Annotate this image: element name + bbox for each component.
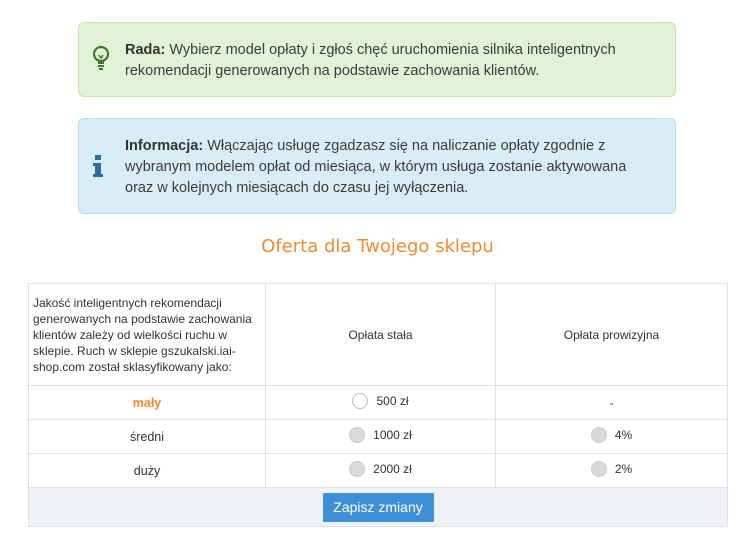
commission-fee-cell: -	[495, 385, 728, 420]
commission-fee-cell: 2%	[495, 453, 728, 488]
table-row: średni 1000 zł 4%	[28, 419, 728, 454]
traffic-level-medium: średni	[28, 419, 266, 454]
info-icon	[91, 154, 105, 185]
info-label: Informacja:	[125, 138, 204, 154]
radio-button-disabled	[590, 461, 607, 477]
fixed-fee-cell: 500 zł	[265, 385, 496, 420]
fixed-fee-option-small[interactable]: 500 zł	[352, 393, 409, 409]
radio-button-disabled	[349, 427, 366, 443]
fixed-fee-option-large: 2000 zł	[349, 461, 412, 477]
commission-fee-value: 4%	[614, 428, 633, 442]
fixed-fee-cell: 2000 zł	[265, 453, 496, 488]
traffic-description: Jakość inteligentnych rekomendacji gener…	[28, 283, 266, 386]
traffic-level-small: mały	[28, 385, 266, 420]
info-alert: Informacja: Włączając usługę zgadzasz si…	[78, 118, 676, 214]
column-header-commission-fee: Opłata prowizyjna	[495, 283, 728, 386]
radio-button-disabled	[590, 427, 607, 443]
commission-fee-value: 2%	[614, 462, 633, 476]
table-footer-row: Zapisz zmiany	[28, 487, 728, 527]
traffic-level-large: duży	[28, 453, 266, 488]
tip-label: Rada:	[125, 42, 166, 58]
tip-message: Wybierz model opłaty i zgłoś chęć urucho…	[125, 42, 616, 79]
commission-fee-cell: 4%	[495, 419, 728, 454]
radio-button-disabled	[349, 461, 366, 477]
fixed-fee-value: 2000 zł	[373, 462, 412, 476]
table-row: mały 500 zł -	[28, 385, 728, 420]
tip-alert: Rada: Wybierz model opłaty i zgłoś chęć …	[78, 22, 676, 97]
offer-title: Oferta dla Twojego sklepu	[261, 236, 494, 257]
tip-text: Rada: Wybierz model opłaty i zgłoś chęć …	[125, 40, 655, 82]
commission-fee-value: -	[609, 395, 614, 410]
fixed-fee-value: 500 zł	[376, 394, 409, 408]
table-row: duży 2000 zł 2%	[28, 453, 728, 488]
save-changes-button[interactable]: Zapisz zmiany	[322, 492, 434, 522]
lightbulb-icon	[91, 45, 111, 78]
fixed-fee-cell: 1000 zł	[265, 419, 496, 454]
commission-fee-option-large: 2%	[590, 461, 633, 477]
fixed-fee-value: 1000 zł	[373, 428, 412, 442]
info-text: Informacja: Włączając usługę zgadzasz si…	[125, 136, 655, 199]
commission-fee-option-medium: 4%	[590, 427, 633, 443]
offer-table: Jakość inteligentnych rekomendacji gener…	[28, 283, 728, 527]
table-header-row: Jakość inteligentnych rekomendacji gener…	[28, 283, 728, 386]
column-header-fixed-fee: Opłata stała	[265, 283, 496, 386]
fixed-fee-option-medium: 1000 zł	[349, 427, 412, 443]
radio-button[interactable]	[352, 393, 369, 409]
save-cell: Zapisz zmiany	[28, 487, 728, 527]
